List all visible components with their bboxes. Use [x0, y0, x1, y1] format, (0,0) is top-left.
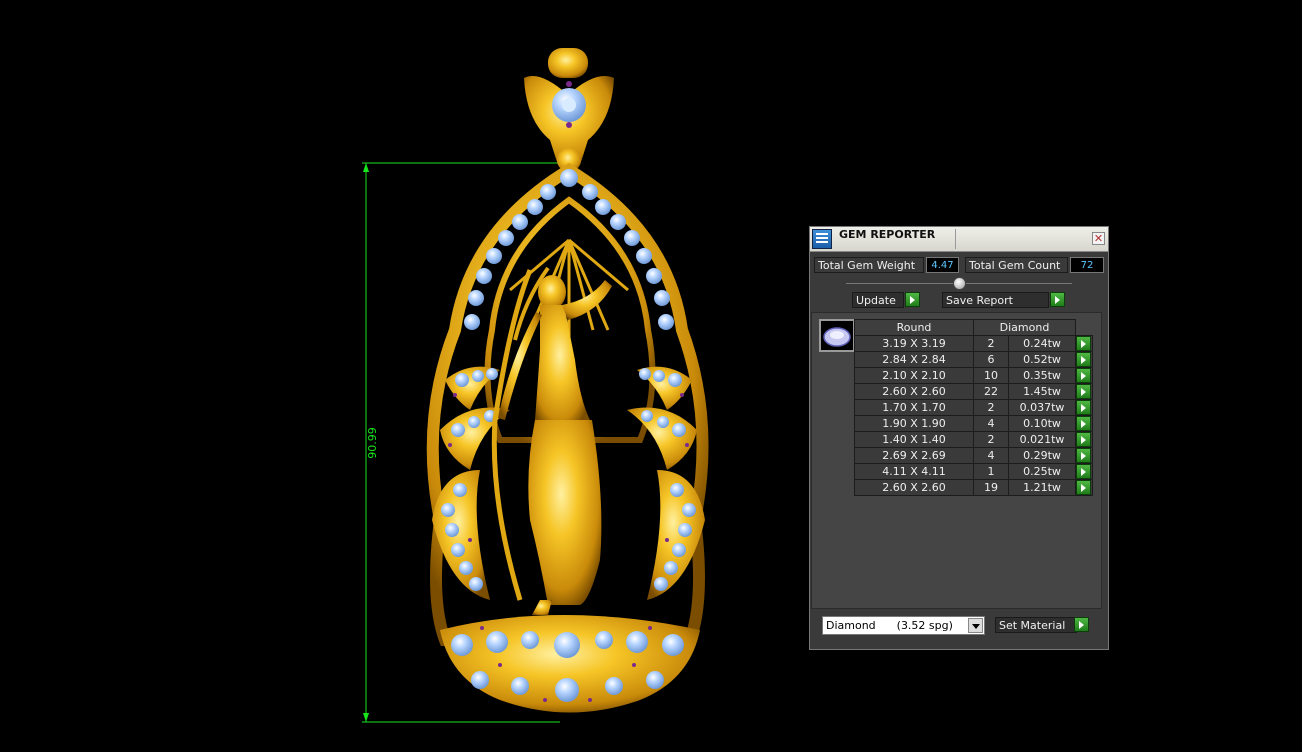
gem-size: 1.40 X 1.40: [854, 431, 974, 448]
dimension-label: 90.99: [366, 427, 379, 459]
row-go-icon[interactable]: [1076, 432, 1091, 447]
gem-count: 22: [973, 383, 1009, 400]
gem-count: 4: [973, 415, 1009, 432]
total-gem-count-value: 72: [1070, 257, 1104, 273]
set-material-go-icon[interactable]: [1074, 617, 1089, 632]
total-gem-weight-label: Total Gem Weight: [814, 257, 924, 273]
update-go-icon[interactable]: [905, 292, 920, 307]
gem-weight: 0.037tw: [1008, 399, 1076, 416]
gem-thumbnail[interactable]: [819, 319, 855, 352]
gem-size: 3.19 X 3.19: [854, 335, 974, 352]
row-go-icon[interactable]: [1076, 384, 1091, 399]
row-go-icon[interactable]: [1076, 336, 1091, 351]
gem-size: 2.10 X 2.10: [854, 367, 974, 384]
panel-title: GEM REPORTER: [839, 228, 936, 241]
pendant-model: [426, 48, 709, 713]
gem-size: 2.60 X 2.60: [854, 479, 974, 496]
gem-count: 4: [973, 447, 1009, 464]
table-row[interactable]: 1.70 X 1.70 2 0.037tw: [854, 399, 1093, 416]
row-go-icon[interactable]: [1076, 416, 1091, 431]
gem-count: 6: [973, 351, 1009, 368]
gem-size: 1.70 X 1.70: [854, 399, 974, 416]
gem-size: 2.69 X 2.69: [854, 447, 974, 464]
gem-count: 1: [973, 463, 1009, 480]
gem-weight: 0.021tw: [1008, 431, 1076, 448]
total-gem-weight-value: 4.47: [926, 257, 959, 273]
gem-size: 2.60 X 2.60: [854, 383, 974, 400]
total-gem-count-label: Total Gem Count: [965, 257, 1068, 273]
titlebar[interactable]: GEM REPORTER ✕: [810, 227, 1108, 252]
close-button[interactable]: ✕: [1092, 232, 1105, 245]
gem-table: Round Diamond 3.19 X 3.19 2 0.24tw 2.84 …: [854, 319, 1093, 496]
gem-size: 1.90 X 1.90: [854, 415, 974, 432]
row-go-icon[interactable]: [1076, 352, 1091, 367]
gem-reporter-icon: [812, 229, 832, 249]
gem-weight: 0.35tw: [1008, 367, 1076, 384]
row-go-icon[interactable]: [1076, 368, 1091, 383]
title-separator: [955, 229, 956, 249]
row-go-icon[interactable]: [1076, 464, 1091, 479]
table-row[interactable]: 2.69 X 2.69 4 0.29tw: [854, 447, 1093, 464]
row-go-icon[interactable]: [1076, 480, 1091, 495]
row-go-icon[interactable]: [1076, 400, 1091, 415]
gem-reporter-panel: GEM REPORTER ✕ Total Gem Weight 4.47 Tot…: [809, 226, 1109, 650]
material-select[interactable]: Diamond (3.52 spg): [822, 616, 985, 635]
gem-size: 4.11 X 4.11: [854, 463, 974, 480]
gem-count: 2: [973, 399, 1009, 416]
table-row[interactable]: 1.90 X 1.90 4 0.10tw: [854, 415, 1093, 432]
set-material-button[interactable]: Set Material: [995, 617, 1077, 633]
gem-weight: 0.10tw: [1008, 415, 1076, 432]
gem-weight: 0.24tw: [1008, 335, 1076, 352]
splitter-handle[interactable]: [953, 277, 966, 290]
gem-weight: 1.45tw: [1008, 383, 1076, 400]
table-row[interactable]: 2.60 X 2.60 19 1.21tw: [854, 479, 1093, 496]
table-row[interactable]: 2.84 X 2.84 6 0.52tw: [854, 351, 1093, 368]
row-go-icon[interactable]: [1076, 448, 1091, 463]
column-header-shape: Round: [854, 319, 974, 336]
column-header-material: Diamond: [973, 319, 1076, 336]
table-row[interactable]: 1.40 X 1.40 2 0.021tw: [854, 431, 1093, 448]
gem-count: 19: [973, 479, 1009, 496]
gem-count: 2: [973, 431, 1009, 448]
table-row[interactable]: 3.19 X 3.19 2 0.24tw: [854, 335, 1093, 352]
gem-weight: 0.29tw: [1008, 447, 1076, 464]
gem-weight: 0.52tw: [1008, 351, 1076, 368]
update-button[interactable]: Update: [852, 292, 904, 308]
round-gem-icon: [823, 327, 851, 347]
gem-size: 2.84 X 2.84: [854, 351, 974, 368]
gem-count: 2: [973, 335, 1009, 352]
save-report-go-icon[interactable]: [1050, 292, 1065, 307]
gem-weight: 1.21tw: [1008, 479, 1076, 496]
save-report-button[interactable]: Save Report: [942, 292, 1049, 308]
table-row[interactable]: 2.60 X 2.60 22 1.45tw: [854, 383, 1093, 400]
material-select-value: Diamond (3.52 spg): [826, 619, 953, 632]
gem-weight: 0.25tw: [1008, 463, 1076, 480]
chevron-down-icon[interactable]: [968, 618, 983, 633]
table-row[interactable]: 4.11 X 4.11 1 0.25tw: [854, 463, 1093, 480]
table-row[interactable]: 2.10 X 2.10 10 0.35tw: [854, 367, 1093, 384]
gem-count: 10: [973, 367, 1009, 384]
